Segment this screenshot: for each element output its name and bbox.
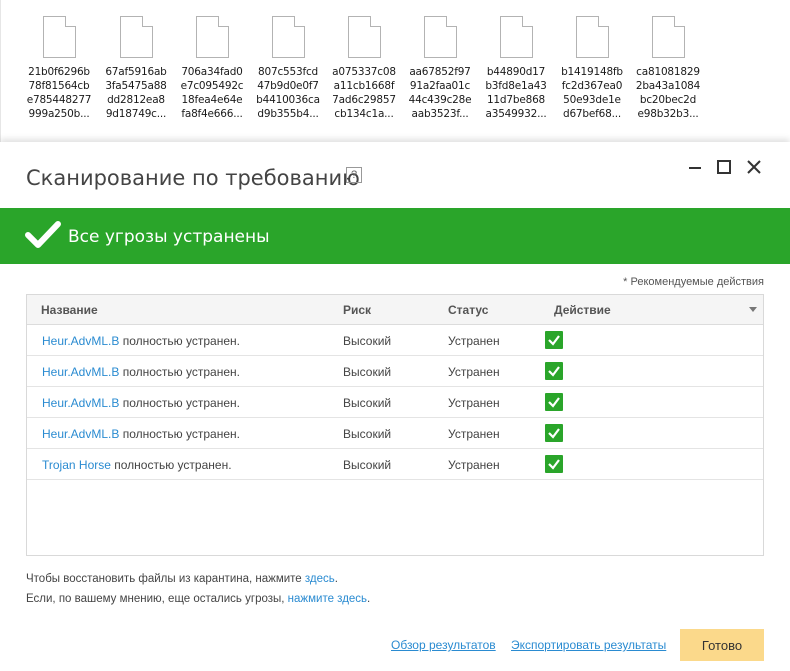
- status-cell: Устранен: [448, 458, 500, 472]
- action-checkbox[interactable]: [545, 331, 563, 349]
- close-icon[interactable]: [743, 156, 765, 178]
- threat-link[interactable]: Heur.AdvML.B: [42, 427, 119, 441]
- file-item[interactable]: b1419148fb fc2d367ea0 50e93de1e d67bef68…: [554, 16, 630, 121]
- table-header: Название Риск Статус Действие: [27, 295, 763, 325]
- risk-cell: Высокий: [343, 365, 392, 379]
- recommended-actions-note: * Рекомендуемые действия: [623, 276, 764, 288]
- status-cell: Устранен: [448, 427, 500, 441]
- file-name: 21b0f6296b 78f81564cb e785448277 999a250…: [26, 66, 92, 120]
- file-name: 67af5916ab 3fa5475a88 dd2812ea8 9d18749c…: [105, 66, 167, 120]
- export-results-link[interactable]: Экспортировать результаты: [511, 638, 666, 652]
- file-name: 807c553fcd 47b9d0e0f7 b4410036ca d9b355b…: [256, 66, 320, 120]
- file-item[interactable]: b44890d17 b3fd8e1a43 11d7be868 a3549932.…: [478, 16, 554, 121]
- restore-link[interactable]: здесь: [305, 573, 335, 585]
- file-item[interactable]: 67af5916ab 3fa5475a88 dd2812ea8 9d18749c…: [98, 16, 174, 121]
- document-icon: [271, 16, 305, 58]
- document-icon: [119, 16, 153, 58]
- action-checkbox[interactable]: [545, 362, 563, 380]
- table-row[interactable]: Heur.AdvML.B полностью устранен. Высокий…: [27, 356, 763, 387]
- file-name: a075337c08 a11cb1668f 7ad6c29857 cb134c1…: [332, 66, 396, 120]
- threat-link[interactable]: Heur.AdvML.B: [42, 365, 119, 379]
- threat-cell: Heur.AdvML.B полностью устранен.: [42, 427, 240, 441]
- threat-link[interactable]: Heur.AdvML.B: [42, 334, 119, 348]
- file-name: b44890d17 b3fd8e1a43 11d7be868 a3549932.…: [485, 66, 547, 120]
- dialog-title: Сканирование по требованию: [26, 166, 360, 190]
- file-item[interactable]: aa67852f97 91a2faa01c 44c439c28e aab3523…: [402, 16, 478, 121]
- threat-result: полностью устранен.: [122, 334, 240, 348]
- file-name: ca81081829 2ba43a1084 bc20bec2d e98b32b3…: [635, 66, 701, 120]
- table-row[interactable]: Heur.AdvML.B полностью устранен. Высокий…: [27, 387, 763, 418]
- document-icon: [347, 16, 381, 58]
- status-banner: Все угрозы устранены: [0, 208, 790, 264]
- column-name-header[interactable]: Название: [41, 303, 98, 317]
- table-row[interactable]: Trojan Horse полностью устранен. Высокий…: [27, 449, 763, 480]
- threat-link[interactable]: Trojan Horse: [42, 458, 111, 472]
- threat-cell: Trojan Horse полностью устранен.: [42, 458, 232, 472]
- table-row[interactable]: Heur.AdvML.B полностью устранен. Высокий…: [27, 418, 763, 449]
- document-icon: [42, 16, 76, 58]
- action-checkbox[interactable]: [545, 424, 563, 442]
- help-icon[interactable]: ?: [346, 167, 362, 183]
- threat-cell: Heur.AdvML.B полностью устранен.: [42, 396, 240, 410]
- threat-cell: Heur.AdvML.B полностью устранен.: [42, 334, 240, 348]
- file-name: aa67852f97 91a2faa01c 44c439c28e aab3523…: [408, 66, 472, 120]
- review-results-link[interactable]: Обзор результатов: [391, 638, 496, 652]
- file-explorer-strip: 21b0f6296b 78f81564cb e785448277 999a250…: [0, 0, 790, 142]
- maximize-icon[interactable]: [713, 156, 735, 178]
- file-item[interactable]: 21b0f6296b 78f81564cb e785448277 999a250…: [21, 16, 97, 121]
- threats-remain-note: Если, по вашему мнению, еще остались угр…: [26, 593, 371, 605]
- chevron-down-icon[interactable]: [749, 307, 757, 312]
- threat-result: полностью устранен.: [114, 458, 232, 472]
- risk-cell: Высокий: [343, 334, 392, 348]
- checkmark-icon: [25, 220, 61, 255]
- rescan-link[interactable]: нажмите здесь: [288, 593, 367, 605]
- risk-cell: Высокий: [343, 458, 392, 472]
- document-icon: [423, 16, 457, 58]
- threat-cell: Heur.AdvML.B полностью устранен.: [42, 365, 240, 379]
- scan-dialog: Сканирование по требованию ? Все угрозы …: [0, 142, 790, 671]
- column-risk-header[interactable]: Риск: [343, 303, 371, 317]
- document-icon: [195, 16, 229, 58]
- table-row[interactable]: Heur.AdvML.B полностью устранен. Высокий…: [27, 325, 763, 356]
- document-icon: [651, 16, 685, 58]
- status-cell: Устранен: [448, 365, 500, 379]
- threat-link[interactable]: Heur.AdvML.B: [42, 396, 119, 410]
- document-icon: [499, 16, 533, 58]
- restore-note: Чтобы восстановить файлы из карантина, н…: [26, 573, 338, 585]
- info-notes: Чтобы восстановить файлы из карантина, н…: [26, 569, 370, 609]
- file-item[interactable]: 706a34fad0 e7c095492c 18fea4e64e fa8f4e6…: [174, 16, 250, 121]
- done-button[interactable]: Готово: [680, 629, 764, 661]
- file-item[interactable]: ca81081829 2ba43a1084 bc20bec2d e98b32b3…: [630, 16, 706, 121]
- threat-result: полностью устранен.: [122, 365, 240, 379]
- threat-result: полностью устранен.: [122, 427, 240, 441]
- file-name: b1419148fb fc2d367ea0 50e93de1e d67bef68…: [561, 66, 623, 120]
- threat-result: полностью устранен.: [122, 396, 240, 410]
- risk-cell: Высокий: [343, 396, 392, 410]
- status-cell: Устранен: [448, 334, 500, 348]
- status-cell: Устранен: [448, 396, 500, 410]
- column-action-header[interactable]: Действие: [554, 303, 611, 317]
- risk-cell: Высокий: [343, 427, 392, 441]
- banner-text: Все угрозы устранены: [68, 227, 270, 247]
- column-status-header[interactable]: Статус: [448, 303, 488, 317]
- threats-table: Название Риск Статус Действие Heur.AdvML…: [26, 294, 764, 556]
- file-item[interactable]: 807c553fcd 47b9d0e0f7 b4410036ca d9b355b…: [250, 16, 326, 121]
- minimize-icon[interactable]: [684, 156, 706, 178]
- file-item[interactable]: a075337c08 a11cb1668f 7ad6c29857 cb134c1…: [326, 16, 402, 121]
- action-checkbox[interactable]: [545, 393, 563, 411]
- document-icon: [575, 16, 609, 58]
- file-name: 706a34fad0 e7c095492c 18fea4e64e fa8f4e6…: [180, 66, 244, 120]
- action-checkbox[interactable]: [545, 455, 563, 473]
